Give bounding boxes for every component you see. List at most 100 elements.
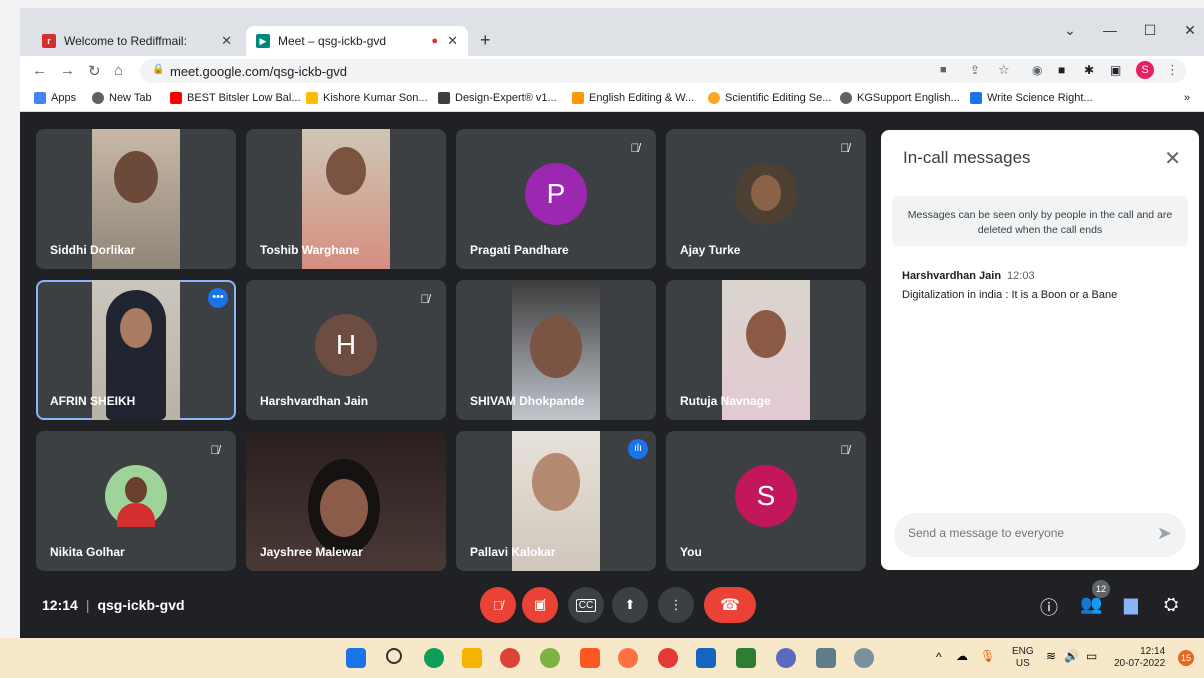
- globe-icon: [840, 92, 852, 104]
- bookmark-design-expert[interactable]: Design-Expert® v1...: [438, 92, 557, 104]
- participant-tile[interactable]: 🎙̸ S You: [666, 431, 866, 571]
- participant-tile[interactable]: Siddhi Dorlikar: [36, 129, 236, 269]
- bookmark-english-editing[interactable]: English Editing & W...: [572, 92, 694, 104]
- maximize-icon[interactable]: ☐: [1138, 22, 1162, 39]
- desktop-left-strip: [0, 8, 20, 638]
- file-explorer-icon[interactable]: [462, 648, 482, 668]
- participant-tile[interactable]: 🎙̸ Nikita Golhar: [36, 431, 236, 571]
- message-time: 12:03: [1007, 270, 1035, 282]
- tab-meet[interactable]: ▶ Meet – qsg-ickb-gvd ● ✕: [246, 26, 468, 56]
- edge-icon[interactable]: [424, 648, 444, 668]
- chrome-icon[interactable]: [500, 648, 520, 668]
- home-icon[interactable]: ⌂: [114, 62, 123, 79]
- profile-avatar[interactable]: S: [1136, 61, 1154, 79]
- excel-icon[interactable]: [736, 648, 756, 668]
- chat-title: In-call messages: [903, 148, 1031, 167]
- participant-name: Harshvardhan Jain: [260, 394, 369, 408]
- send-icon[interactable]: ➤: [1157, 523, 1172, 544]
- participant-name: Toshib Warghane: [260, 243, 360, 257]
- participant-name: You: [680, 545, 702, 559]
- settings-icon[interactable]: [854, 648, 874, 668]
- participant-tile[interactable]: 🎙̸ H Harshvardhan Jain: [246, 280, 446, 420]
- bookmark-apps[interactable]: Apps: [34, 92, 76, 104]
- windows-start-icon[interactable]: [346, 648, 366, 668]
- speaking-indicator-icon: ılı: [628, 439, 648, 459]
- participant-tile[interactable]: 🎙̸ Ajay Turke: [666, 129, 866, 269]
- youtube-icon: [170, 92, 182, 104]
- tab-rediffmail[interactable]: r Welcome to Rediffmail: ✕: [32, 26, 242, 56]
- bookmark-new-tab[interactable]: New Tab: [92, 92, 152, 104]
- more-options-icon[interactable]: •••: [208, 288, 228, 308]
- bookmark-kishore[interactable]: Kishore Kumar Son...: [306, 92, 428, 104]
- menu-dots-icon[interactable]: ⋮: [1166, 62, 1179, 78]
- close-tab-icon[interactable]: ✕: [221, 33, 232, 49]
- participant-tile[interactable]: ılı Pallavi Kalokar: [456, 431, 656, 571]
- bookmark-star-icon[interactable]: ☆: [998, 62, 1010, 78]
- participant-tile[interactable]: 🎙̸ Jayshree Malewar: [246, 431, 446, 571]
- bookmark-write-science[interactable]: Write Science Right...: [970, 92, 1093, 104]
- mic-toggle-button[interactable]: 🎙̸: [480, 587, 516, 623]
- notification-badge[interactable]: 15: [1178, 650, 1194, 666]
- chat-icon[interactable]: ▆: [1124, 594, 1138, 615]
- app-icon[interactable]: [658, 648, 678, 668]
- close-icon[interactable]: ✕: [1164, 146, 1181, 171]
- volume-icon[interactable]: 🔊: [1064, 649, 1079, 663]
- close-window-icon[interactable]: ✕: [1178, 22, 1202, 39]
- firefox-icon[interactable]: [618, 648, 638, 668]
- bookmark-kgsupport[interactable]: KGSupport English...: [840, 92, 960, 104]
- tray-chevron-icon[interactable]: ^: [936, 650, 942, 664]
- participant-tile[interactable]: ••• AFRIN SHEIKH: [36, 280, 236, 420]
- extension-icon[interactable]: ◉: [1032, 63, 1042, 77]
- captions-button[interactable]: CC: [568, 587, 604, 623]
- participant-tile[interactable]: Rutuja Navnage: [666, 280, 866, 420]
- more-bookmarks-icon[interactable]: »: [1184, 92, 1190, 104]
- sidepanel-icon[interactable]: ▣: [1110, 63, 1121, 77]
- chat-panel: In-call messages ✕ Messages can be seen …: [881, 130, 1199, 570]
- mic-icon[interactable]: 🎙: [980, 649, 995, 663]
- brave-icon[interactable]: [580, 648, 600, 668]
- cloud-icon[interactable]: ☁: [956, 649, 968, 663]
- bookmark-bitsler[interactable]: BEST Bitsler Low Bal...: [170, 92, 301, 104]
- chat-message-input[interactable]: [908, 526, 1138, 540]
- chat-input-box: ➤: [894, 513, 1186, 557]
- bookmark-scientific-editing[interactable]: Scientific Editing Se...: [708, 92, 831, 104]
- word-icon[interactable]: [696, 648, 716, 668]
- share-icon[interactable]: ⇪: [970, 63, 980, 77]
- participant-tile[interactable]: SHIVAM Dhokpande: [456, 280, 656, 420]
- message-sender: Harshvardhan Jain 12:03: [902, 270, 1035, 282]
- avatar: H: [315, 314, 377, 377]
- reload-icon[interactable]: ↻: [88, 62, 101, 80]
- language-indicator[interactable]: ENG US: [1012, 646, 1034, 670]
- taskbar-clock[interactable]: 12:14 20-07-2022: [1114, 646, 1165, 670]
- back-icon[interactable]: ←: [32, 62, 47, 79]
- wifi-icon[interactable]: ≋: [1046, 649, 1056, 663]
- more-options-button[interactable]: ⋮: [658, 587, 694, 623]
- tab-search-icon[interactable]: ⌄: [1058, 22, 1082, 39]
- puzzle-icon[interactable]: ✱: [1084, 63, 1094, 77]
- battery-icon[interactable]: ▭: [1086, 649, 1097, 663]
- new-tab-button[interactable]: +: [480, 30, 491, 51]
- info-icon[interactable]: ⓘ: [1040, 594, 1058, 620]
- meet-icon: ▶: [256, 34, 270, 48]
- extension-icon[interactable]: ■: [1058, 63, 1065, 77]
- captions-icon: CC: [575, 598, 597, 612]
- globe-icon: [92, 92, 104, 104]
- forward-icon[interactable]: →: [60, 62, 75, 79]
- camera-icon[interactable]: ■: [940, 64, 947, 76]
- participant-name: Rutuja Navnage: [680, 394, 771, 408]
- close-tab-icon[interactable]: ✕: [447, 33, 458, 49]
- activities-icon[interactable]: ⛭: [1164, 594, 1178, 615]
- participant-tile[interactable]: 🎙̸ P Pragati Pandhare: [456, 129, 656, 269]
- app-icon[interactable]: [540, 648, 560, 668]
- participant-tile[interactable]: Toshib Warghane: [246, 129, 446, 269]
- minimize-icon[interactable]: —: [1098, 22, 1122, 38]
- omnibox[interactable]: 🔒 meet.google.com/qsg-ickb-gvd ■ ⇪ ☆ ◉ ■…: [140, 59, 1186, 83]
- hang-up-button[interactable]: ☎: [704, 587, 756, 623]
- apps-icon: [34, 92, 46, 104]
- app-icon[interactable]: [776, 648, 796, 668]
- calculator-icon[interactable]: [816, 648, 836, 668]
- present-button[interactable]: ⬆: [612, 587, 648, 623]
- search-icon[interactable]: [386, 648, 402, 664]
- camera-toggle-button[interactable]: ▣̸: [522, 587, 558, 623]
- mic-off-icon: 🎙̸: [840, 443, 850, 457]
